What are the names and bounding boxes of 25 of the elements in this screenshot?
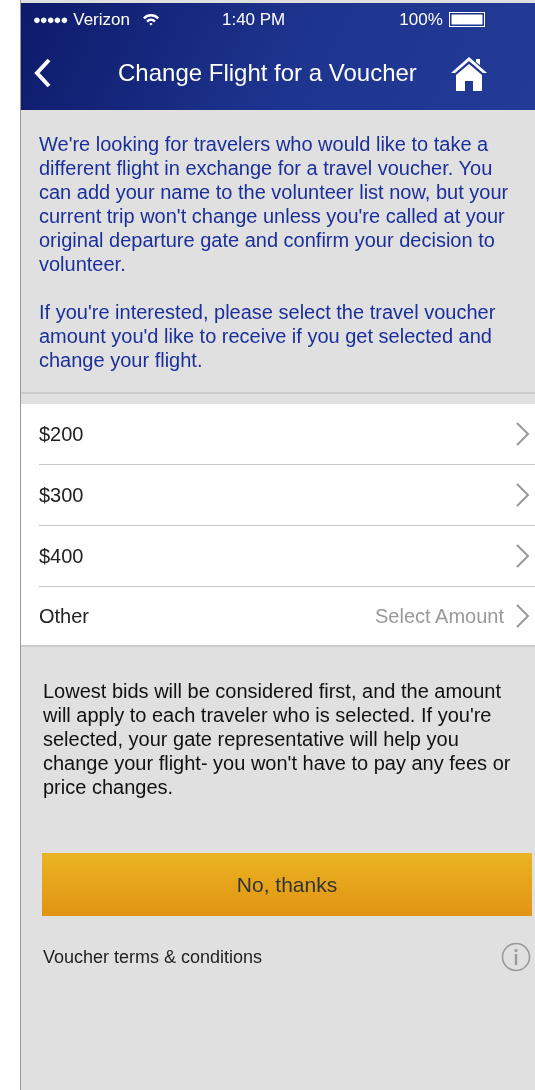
wifi-icon — [141, 13, 160, 26]
no-thanks-button[interactable]: No, thanks — [42, 853, 532, 916]
intro-paragraph: We're looking for travelers who would like to take a different flight in exchange for a travel voucher. You can add your name to the volunteer list now, but your current trip won't change unless you're called at your original departure gate and confirm your decision to volunteer. — [39, 132, 510, 276]
status-time: 1:40 PM — [221, 9, 286, 30]
amount-row[interactable]: Other Select Amount — [39, 587, 535, 645]
amount-label: $300 — [39, 483, 85, 507]
battery-icon — [448, 12, 485, 27]
chevron-icon — [516, 422, 530, 446]
amount-row[interactable]: $200 — [39, 404, 535, 465]
amount-value: Select Amount — [375, 604, 504, 628]
amount-label: Other — [39, 604, 91, 628]
amount-label: $200 — [39, 422, 85, 446]
amount-label: $400 — [39, 544, 85, 568]
chevron-icon — [516, 483, 530, 507]
chevron-icon — [516, 604, 530, 628]
screen-title: Change Flight for a Voucher — [118, 59, 417, 87]
carrier-name: Verizon — [73, 9, 130, 30]
chevron-icon — [516, 544, 530, 568]
terms-link[interactable]: Voucher terms & conditions — [43, 946, 263, 968]
intro-paragraph: If you're interested, please select the travel voucher amount you'd like to receive if you get selected and change your flight. — [39, 300, 497, 372]
amount-row[interactable]: $400 — [39, 526, 535, 587]
amount-row[interactable]: $300 — [39, 465, 535, 526]
bid-note: Lowest bids will be considered first, and the amount will apply to each traveler who is selected. If you're selected, your gate representative will help you change your flight- you won't have to pay any fees or price changes. — [43, 679, 512, 799]
battery-percent: 100% — [399, 9, 443, 30]
signal-dots: ●●●●● — [33, 12, 68, 27]
